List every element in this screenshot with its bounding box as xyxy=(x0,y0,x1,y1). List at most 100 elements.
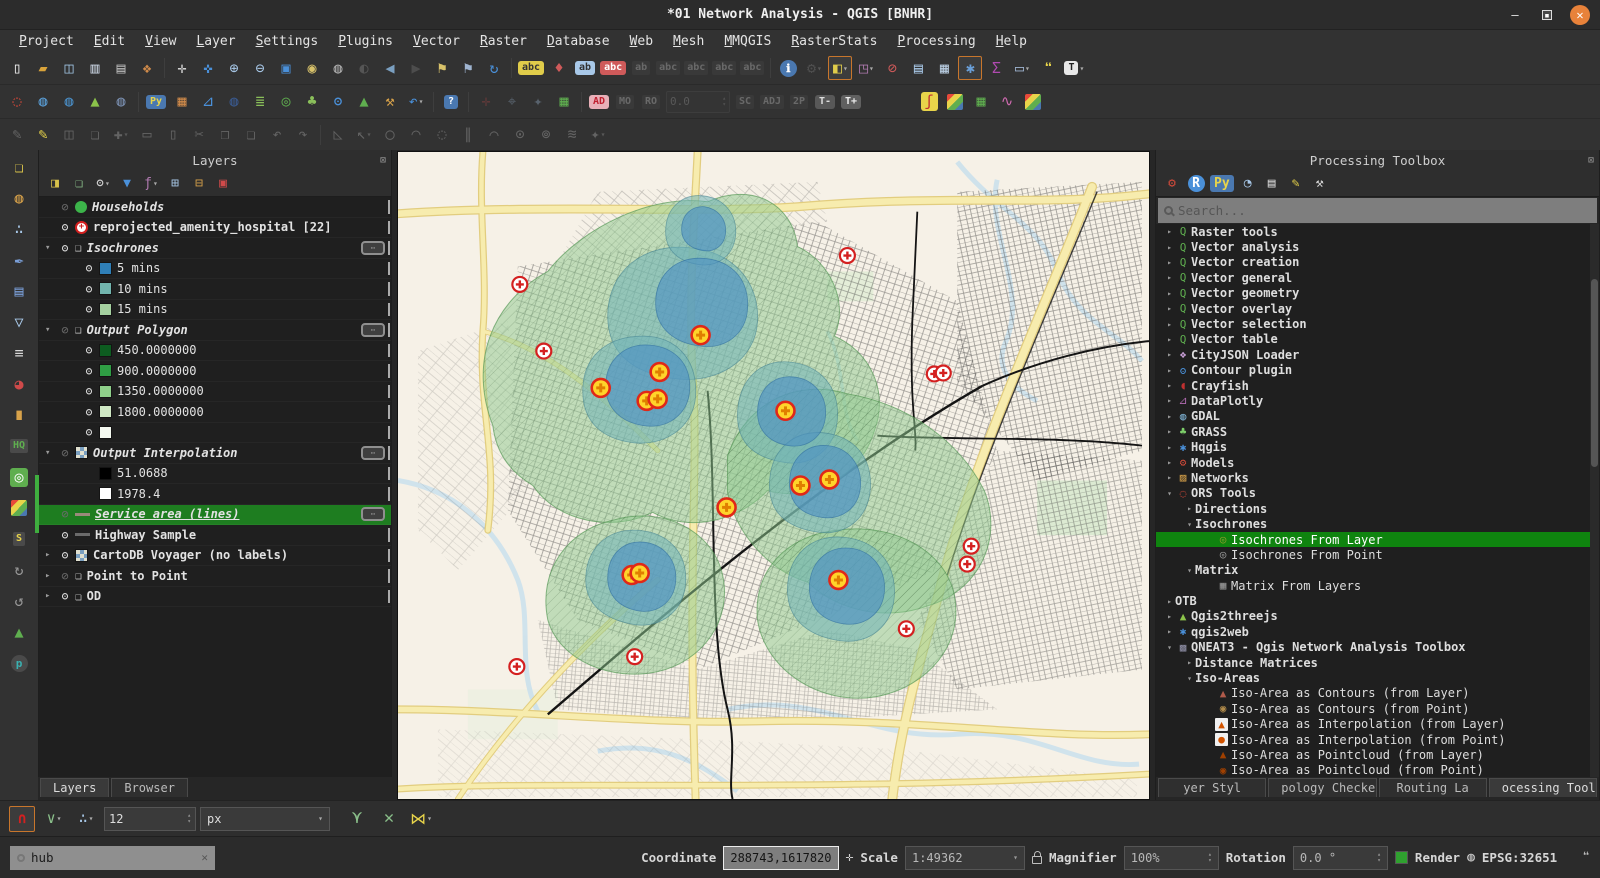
toolbox-item[interactable]: ▸QVector analysis xyxy=(1156,239,1599,254)
snapping-mode-button[interactable]: ∨▾ xyxy=(41,806,67,832)
toolbox-item[interactable]: ▸QVector table xyxy=(1156,332,1599,347)
layer-item[interactable]: ʘ15 mins xyxy=(39,300,391,321)
expander-icon[interactable]: ▸ xyxy=(1164,458,1175,467)
layer-item[interactable]: 1978.4 xyxy=(39,484,391,505)
statistical-summary-button[interactable]: ▦ xyxy=(932,56,956,80)
menu-vector[interactable]: Vector xyxy=(404,33,469,50)
pan-map-button[interactable]: ✛ xyxy=(170,56,194,80)
visibility-eye-icon[interactable]: ʘ xyxy=(81,343,97,357)
text-bigger-button[interactable]: T+ xyxy=(839,90,863,114)
toolbox-item[interactable]: ◉Iso-Area as Contours (from Point) xyxy=(1156,701,1599,716)
close-button[interactable]: ✕ xyxy=(1570,5,1590,25)
processing-toolbox-toggle-button[interactable]: ✱ xyxy=(958,56,982,80)
undo-advanced-button[interactable]: ↶▾ xyxy=(404,90,428,114)
toolbox-python-scripts-button[interactable]: Py xyxy=(1209,172,1235,194)
layer-item[interactable]: ʘ xyxy=(39,423,391,444)
visibility-eye-icon[interactable]: ʘ xyxy=(81,384,97,398)
refresh-map-button[interactable]: ↻ xyxy=(482,56,506,80)
menu-raster[interactable]: Raster xyxy=(471,33,536,50)
menu-settings[interactable]: Settings xyxy=(247,33,328,50)
layer-item[interactable]: ʘ+reprojected_amenity_hospital [22] xyxy=(39,218,391,239)
expander-icon[interactable]: ▸ xyxy=(1164,289,1175,298)
toolbox-item[interactable]: ▸QVector general xyxy=(1156,270,1599,285)
mini-chart-plugin-button[interactable]: ∎ xyxy=(6,402,32,428)
menu-database[interactable]: Database xyxy=(538,33,619,50)
toolbox-item[interactable]: ▸QVector geometry xyxy=(1156,286,1599,301)
expander-icon[interactable]: ▸ xyxy=(1164,243,1175,252)
expander-icon[interactable]: ▸ xyxy=(1164,627,1175,636)
visibility-eye-icon[interactable]: ⊘ xyxy=(57,446,73,460)
snapping-units-dropdown[interactable]: px▾ xyxy=(200,807,330,831)
profile-tool-button[interactable]: ⚒ xyxy=(378,90,402,114)
layer-item[interactable]: ʘ5 mins xyxy=(39,259,391,280)
project-open-button[interactable]: ▰ xyxy=(31,56,55,80)
layer-filter-badge[interactable]: ⋯ xyxy=(361,241,385,255)
filter-legend-button[interactable]: ▼ xyxy=(116,172,138,194)
text-smaller-button[interactable]: T- xyxy=(813,90,837,114)
select-by-expression-button[interactable]: ◳▾ xyxy=(854,56,878,80)
panel-tab[interactable]: yer Styl xyxy=(1158,778,1266,797)
toolbox-item[interactable]: ▸✱Hqgis xyxy=(1156,439,1599,454)
layer-item[interactable]: ⊘Households xyxy=(39,197,391,218)
expander-icon[interactable]: ▸ xyxy=(45,591,57,601)
panel-tab[interactable]: Routing La xyxy=(1379,778,1487,797)
tab-layers[interactable]: Layers xyxy=(40,778,109,797)
menu-web[interactable]: Web xyxy=(621,33,662,50)
add-group-button[interactable]: ❏ xyxy=(68,172,90,194)
expander-icon[interactable]: ▾ xyxy=(1164,643,1175,652)
toolbox-item[interactable]: ▸♣GRASS xyxy=(1156,424,1599,439)
layer-item[interactable]: 51.0688 xyxy=(39,464,391,485)
toolbox-item[interactable]: ▸QRaster tools xyxy=(1156,224,1599,239)
menu-layer[interactable]: Layer xyxy=(187,33,244,50)
remove-layer-button[interactable]: ▣ xyxy=(212,172,234,194)
layer-item[interactable]: ▾⊘❑Output Polygon⋯ xyxy=(39,320,391,341)
mouse-position-icon[interactable]: ✛ xyxy=(846,850,854,865)
crs-status[interactable]: EPSG:32651 xyxy=(1482,850,1557,865)
layer-filter-badge[interactable]: ⋯ xyxy=(361,446,385,460)
expander-icon[interactable]: ▸ xyxy=(1164,350,1175,359)
visibility-eye-icon[interactable]: ʘ xyxy=(81,302,97,316)
hqgis-plugin-button[interactable]: HQ xyxy=(6,433,32,459)
expander-icon[interactable]: ▸ xyxy=(1184,658,1195,667)
toolbox-models-button[interactable]: ⚙ xyxy=(1161,172,1183,194)
expander-icon[interactable]: ▸ xyxy=(1164,412,1175,421)
layer-item[interactable]: ▸⊘❏Point to Point xyxy=(39,566,391,587)
magnifier-spinner[interactable]: 100%▴▾ xyxy=(1124,846,1219,870)
table-sync-button[interactable]: ▦ xyxy=(552,90,576,114)
layer-item[interactable]: ▸ʘCartoDB Voyager (no labels) xyxy=(39,546,391,567)
expander-icon[interactable]: ▾ xyxy=(1184,674,1195,683)
menu-plugins[interactable]: Plugins xyxy=(329,33,402,50)
filter-by-expression-button[interactable]: ƒ▾ xyxy=(140,172,162,194)
toolbox-item[interactable]: ◉Iso-Area as Pointcloud (from Point) xyxy=(1156,763,1599,777)
pan-to-selection-button[interactable]: ✜ xyxy=(196,56,220,80)
toolbox-edit-features-button[interactable]: ✎ xyxy=(1285,172,1307,194)
toolbox-item[interactable]: ▸OTB xyxy=(1156,593,1599,608)
expander-icon[interactable]: ▸ xyxy=(1164,473,1175,482)
sync-plugin-button[interactable]: ↻ xyxy=(6,557,32,583)
visibility-eye-icon[interactable]: ʘ xyxy=(57,548,73,562)
enable-snapping-button[interactable]: ∩ xyxy=(9,806,35,832)
manage-map-themes-button[interactable]: ʘ▾ xyxy=(92,172,114,194)
toolbox-history-button[interactable]: ◔ xyxy=(1237,172,1259,194)
layer-filter-badge[interactable]: ⋯ xyxy=(361,507,385,521)
expander-icon[interactable]: ▸ xyxy=(1164,443,1175,452)
maximize-button[interactable]: ▪ xyxy=(1542,10,1552,20)
toolbox-item[interactable]: ▸◖Crayfish xyxy=(1156,378,1599,393)
ors-route-button[interactable]: ʃ xyxy=(917,90,941,114)
snapping-tolerance-spinner[interactable]: 12▴▾ xyxy=(104,807,196,831)
add-vector-layer-button[interactable]: ❏ xyxy=(6,154,32,180)
map-canvas[interactable] xyxy=(397,151,1150,800)
layer-item[interactable]: ʘ1350.0000000 xyxy=(39,382,391,403)
layout-manager-button[interactable]: ▤ xyxy=(109,56,133,80)
panel-tab[interactable]: ocessing Tool xyxy=(1489,778,1597,797)
add-geojson-button[interactable]: ✒ xyxy=(6,247,32,273)
expander-icon[interactable]: ▸ xyxy=(1164,612,1175,621)
layer-filter-badge[interactable]: ⋯ xyxy=(361,323,385,337)
coordinate-input[interactable]: 288743,1617820 xyxy=(723,846,838,870)
layer-item[interactable]: ʘ10 mins xyxy=(39,279,391,300)
expander-icon[interactable]: ▾ xyxy=(1184,566,1195,575)
add-mesh-layer-button[interactable]: ▤ xyxy=(6,278,32,304)
quickosm-button[interactable]: ♣ xyxy=(300,90,324,114)
crayfish-plugin-button[interactable]: ◕ xyxy=(6,371,32,397)
expander-icon[interactable]: ▾ xyxy=(1164,489,1175,498)
